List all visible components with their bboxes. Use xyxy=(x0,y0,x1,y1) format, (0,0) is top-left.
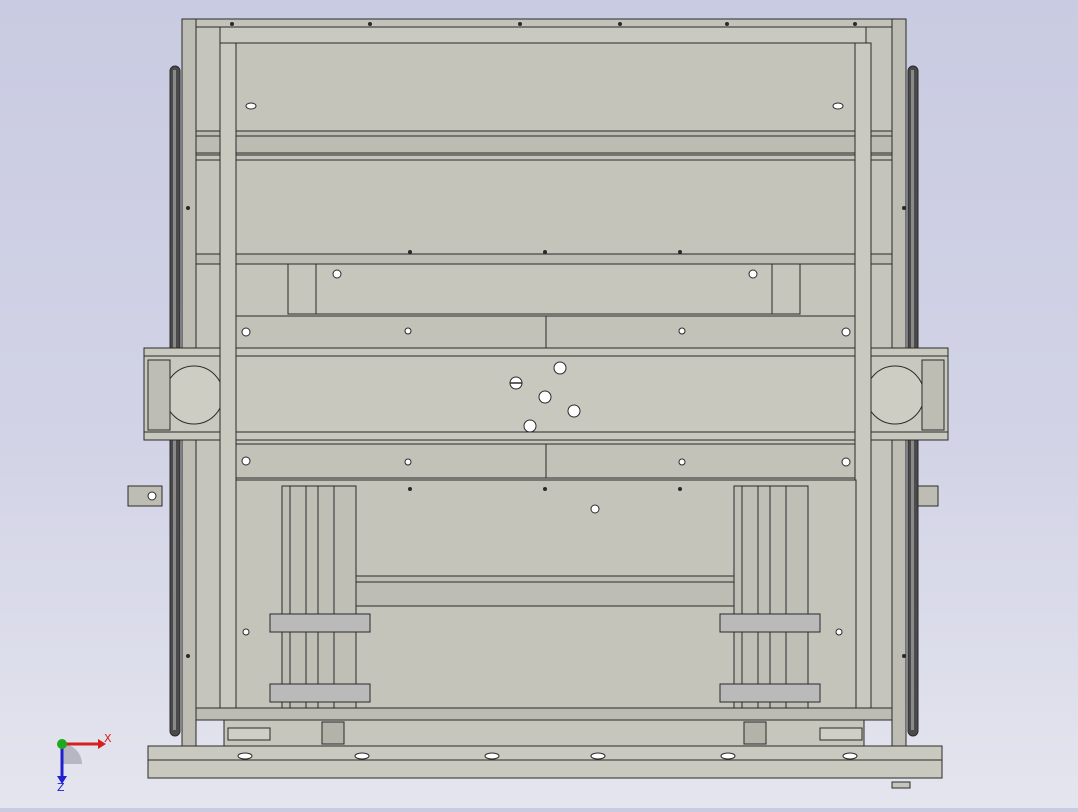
left-upright xyxy=(219,42,237,712)
coordinate-triad: X Z xyxy=(57,732,112,794)
right-upright xyxy=(854,42,872,712)
machine-assembly-drawing[interactable] xyxy=(0,0,1078,808)
right-roller-wheel xyxy=(865,365,925,425)
y-axis-dot xyxy=(57,739,67,749)
bottom-base-channel xyxy=(223,719,865,747)
top-cover-plate xyxy=(219,26,867,44)
left-mount-bracket xyxy=(127,485,163,507)
x-axis-label: X xyxy=(104,732,112,745)
clamp-lower-right xyxy=(719,683,821,703)
base-plate xyxy=(147,745,943,779)
clamp-upper-left xyxy=(269,613,371,633)
left-roller-wheel xyxy=(164,365,224,425)
clamp-upper-right xyxy=(719,613,821,633)
cad-graphics-viewport[interactable]: X Z xyxy=(0,0,1078,808)
z-axis-label: Z xyxy=(57,781,65,794)
clamp-lower-left xyxy=(269,683,371,703)
right-mount-bracket xyxy=(917,485,939,507)
upper-bracket-panel xyxy=(287,263,801,315)
